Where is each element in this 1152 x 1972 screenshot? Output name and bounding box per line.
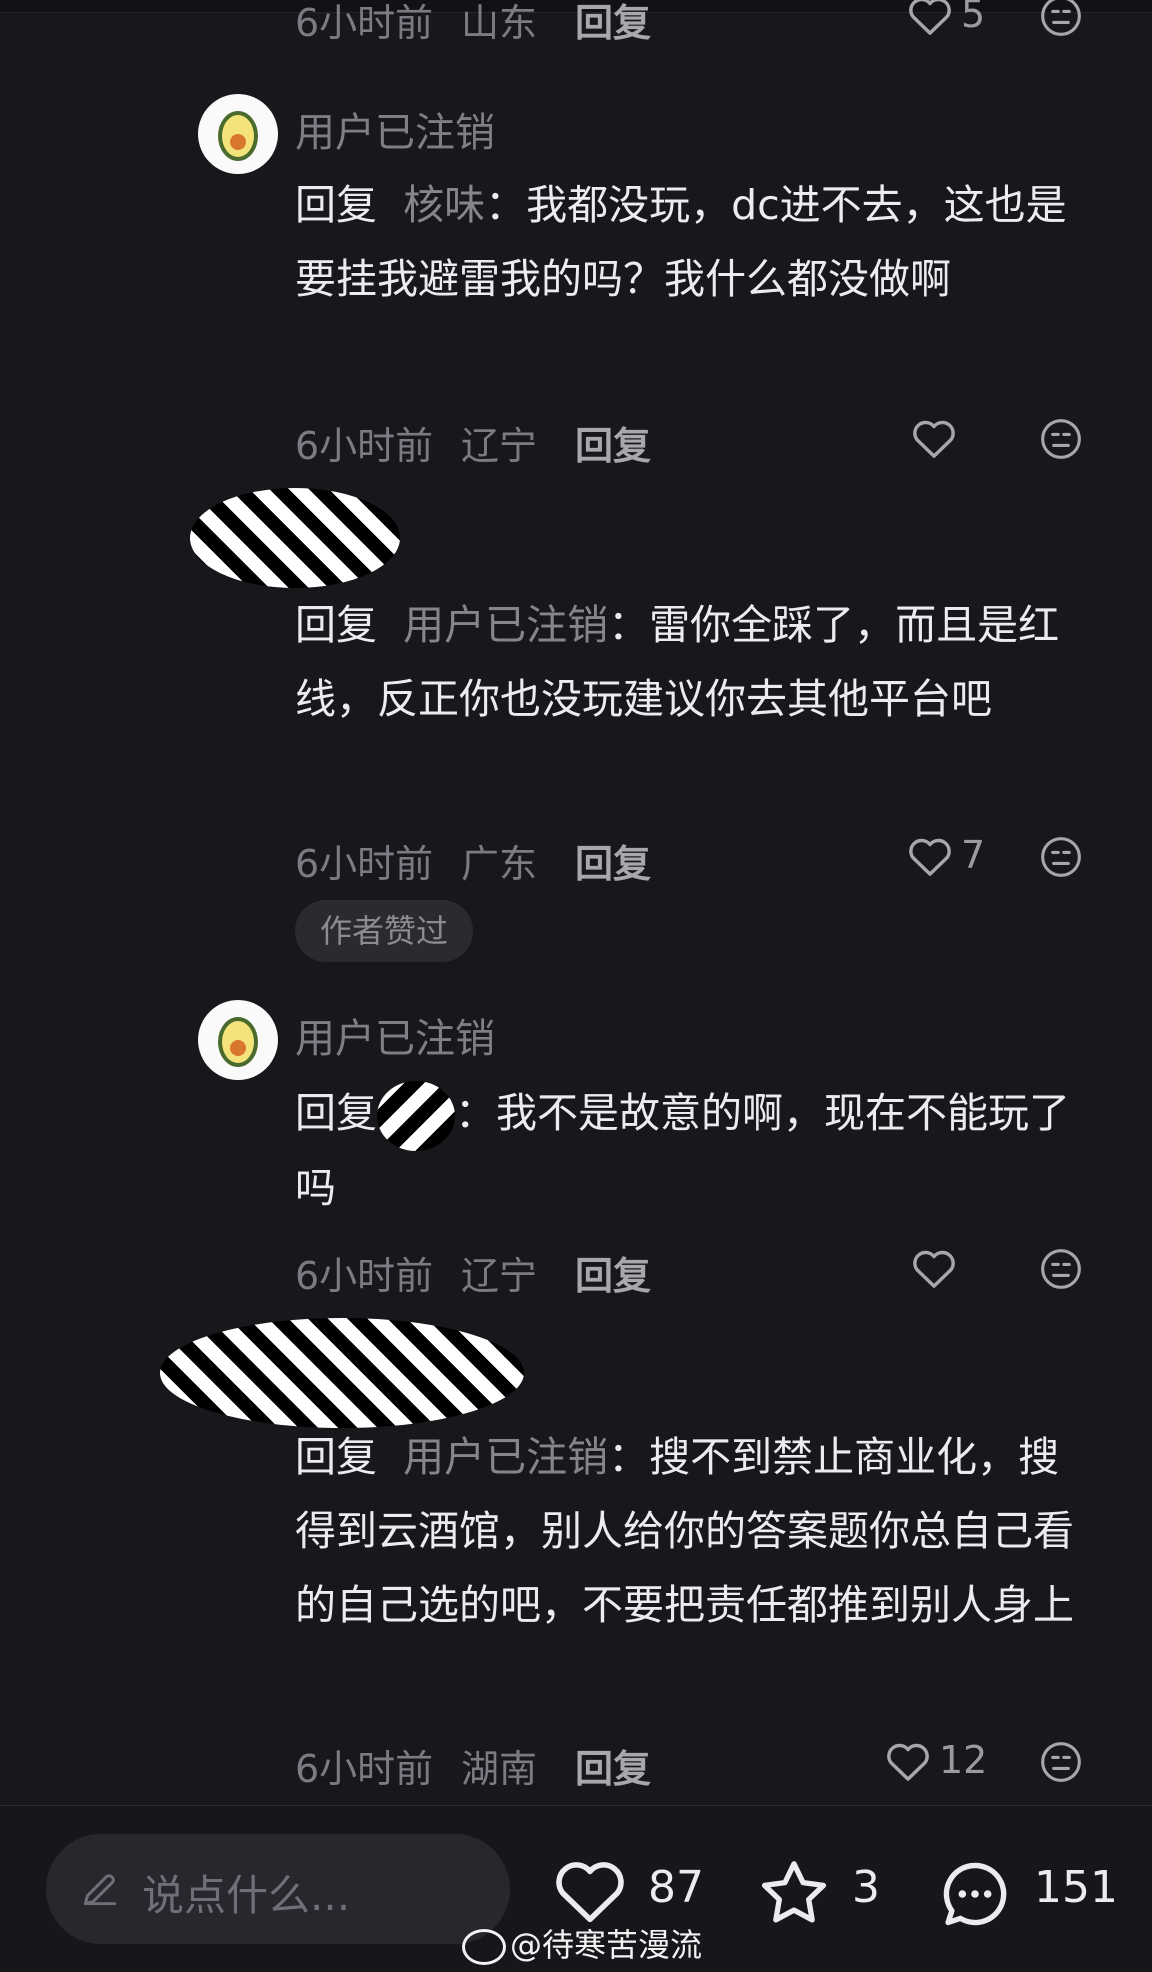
- star-icon: [761, 1861, 827, 1923]
- like-count: 5: [961, 0, 986, 36]
- comment-input-placeholder: 说点什么...: [142, 1871, 351, 1920]
- username[interactable]: 用户已注销: [295, 1006, 495, 1064]
- censored-username: [160, 1318, 524, 1428]
- comment-body: 回复 核味：我都没玩，dc进不去，这也是要挂我避雷我的吗？我什么都没做啊: [295, 181, 1067, 303]
- comment-meta: 6小时前 山东 回复 5: [295, 0, 1095, 45]
- comment-count-button[interactable]: 151: [936, 1856, 1118, 1926]
- avocado-icon: [218, 111, 258, 161]
- comment-body: 回复 ：我不是故意的啊，现在不能玩了吗: [295, 1076, 1095, 1225]
- comment-location: 山东: [461, 1, 538, 45]
- reply-button[interactable]: 回复: [575, 0, 651, 47]
- reply-prefix: 回复: [295, 181, 377, 229]
- like-count: 7: [961, 833, 986, 877]
- heart-outline-icon: [913, 420, 955, 458]
- dislike-button[interactable]: [1039, 1740, 1083, 1788]
- reply-button[interactable]: 回复: [575, 415, 651, 470]
- comment-time: 6小时前: [295, 424, 434, 468]
- avatar[interactable]: [198, 94, 278, 174]
- like-post-button[interactable]: 87: [552, 1856, 712, 1923]
- favorite-count: 3: [852, 1862, 880, 1913]
- reply-prefix: 回复: [295, 601, 377, 649]
- like-count: 12: [939, 1738, 988, 1782]
- like-button[interactable]: 7: [907, 833, 1047, 881]
- comment-location: 湖南: [461, 1747, 538, 1791]
- like-button[interactable]: 12: [885, 1738, 1025, 1786]
- favorite-button[interactable]: 3: [756, 1856, 886, 1923]
- like-button[interactable]: [911, 1245, 1051, 1293]
- comment-meta: 6小时前 湖南 回复 12: [295, 1738, 1095, 1791]
- reply-button[interactable]: 回复: [575, 833, 651, 888]
- comment-time: 6小时前: [295, 842, 434, 886]
- weibo-watermark: @待寒苦漫流: [462, 1920, 702, 1966]
- speech-bubble-icon: [943, 1862, 1007, 1926]
- comment-time: 6小时前: [295, 1747, 434, 1791]
- reply-target[interactable]: 用户已注销: [403, 1433, 608, 1481]
- censored-username: [377, 1081, 455, 1151]
- reply-button[interactable]: 回复: [575, 1738, 651, 1793]
- username[interactable]: 用户已注销: [295, 100, 495, 158]
- post-like-count: 87: [648, 1862, 704, 1913]
- meh-face-icon: [1041, 419, 1081, 459]
- meh-face-icon: [1041, 837, 1081, 877]
- dislike-button[interactable]: [1039, 0, 1083, 42]
- dislike-button[interactable]: [1039, 835, 1083, 883]
- heart-outline-icon: [887, 1743, 929, 1781]
- reply-prefix: 回复: [295, 1089, 377, 1137]
- censored-username: [190, 488, 400, 588]
- dislike-button[interactable]: [1039, 417, 1083, 465]
- dislike-button[interactable]: [1039, 1247, 1083, 1295]
- comment-body: 回复 用户已注销：雷你全踩了，而且是红线，反正你也没玩建议你去其他平台吧: [295, 601, 1060, 723]
- watermark-text: @待寒苦漫流: [510, 1926, 703, 1964]
- meh-face-icon: [1041, 0, 1081, 36]
- comment-meta: 6小时前 广东 回复 7: [295, 833, 1095, 886]
- heart-outline-icon: [913, 1250, 955, 1288]
- meh-face-icon: [1041, 1249, 1081, 1289]
- reply-button[interactable]: 回复: [575, 1245, 651, 1300]
- reply-prefix: 回复: [295, 1433, 377, 1481]
- comment-location: 辽宁: [461, 424, 538, 468]
- comment-meta: 6小时前 辽宁 回复: [295, 1245, 1095, 1298]
- avatar[interactable]: [198, 1000, 278, 1080]
- comment-time: 6小时前: [295, 1254, 434, 1298]
- like-button[interactable]: [911, 415, 1051, 463]
- comment-meta: 6小时前 辽宁 回复: [295, 415, 1095, 468]
- comment-location: 辽宁: [461, 1254, 538, 1298]
- comment-body: 回复 用户已注销：搜不到禁止商业化，搜得到云酒馆，别人给你的答案题你总自己看的自…: [295, 1433, 1074, 1629]
- comment-time: 6小时前: [295, 1, 434, 45]
- author-liked-badge: 作者赞过: [295, 900, 473, 962]
- reply-target[interactable]: 用户已注销: [403, 601, 608, 649]
- comment-count: 151: [1034, 1862, 1118, 1913]
- heart-outline-icon: [909, 0, 951, 35]
- meh-face-icon: [1041, 1742, 1081, 1782]
- comment-location: 广东: [461, 842, 538, 886]
- comment-input[interactable]: 说点什么...: [46, 1834, 510, 1944]
- weibo-logo-icon: [462, 1929, 506, 1965]
- reply-target[interactable]: 核味: [403, 181, 485, 229]
- heart-outline-icon: [909, 838, 951, 876]
- pencil-icon: [83, 1874, 117, 1906]
- avocado-icon: [218, 1017, 258, 1067]
- like-button[interactable]: 5: [907, 0, 1047, 40]
- heart-outline-icon: [556, 1862, 624, 1923]
